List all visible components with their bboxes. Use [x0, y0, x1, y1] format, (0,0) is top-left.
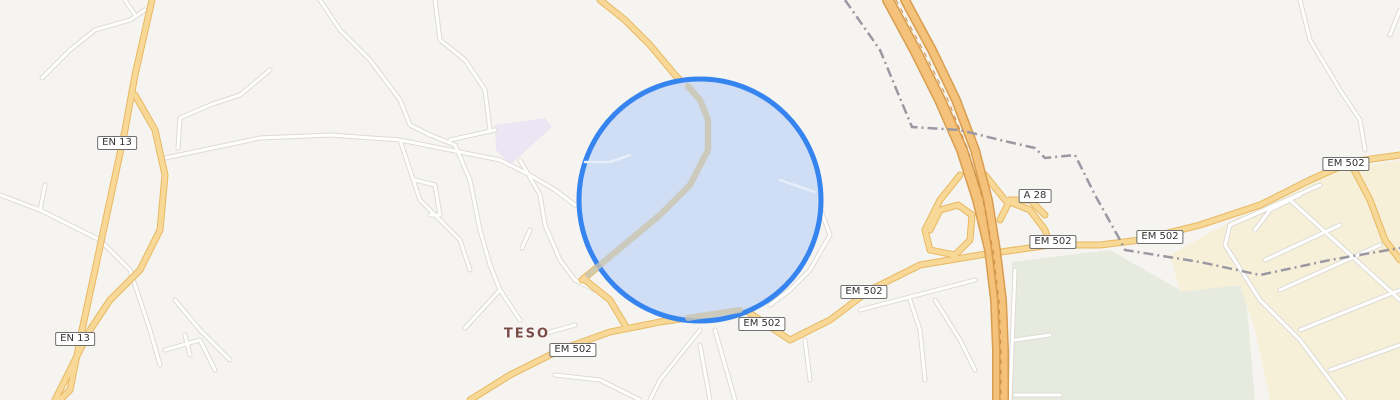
road-shield-em502: EM 502	[1322, 157, 1370, 171]
road-shield-en13: EN 13	[97, 136, 137, 150]
road-shield-a28: A 28	[1018, 189, 1052, 203]
road-shield-em502: EM 502	[738, 317, 786, 331]
place-label-teso: TESO	[503, 326, 551, 342]
road-shield-em502: EM 502	[840, 285, 888, 299]
map-view[interactable]: EN 13 EN 13 EM 502 EM 502 EM 502 EM 502 …	[0, 0, 1400, 400]
road-shield-en13: EN 13	[55, 332, 95, 346]
motorway-a28	[882, 0, 1009, 400]
location-accuracy-circle	[576, 76, 824, 324]
road-shield-em502: EM 502	[1029, 235, 1077, 249]
road-shield-em502: EM 502	[1136, 230, 1184, 244]
school-area	[495, 118, 552, 165]
road-shield-em502: EM 502	[549, 343, 597, 357]
map-canvas	[0, 0, 1400, 400]
